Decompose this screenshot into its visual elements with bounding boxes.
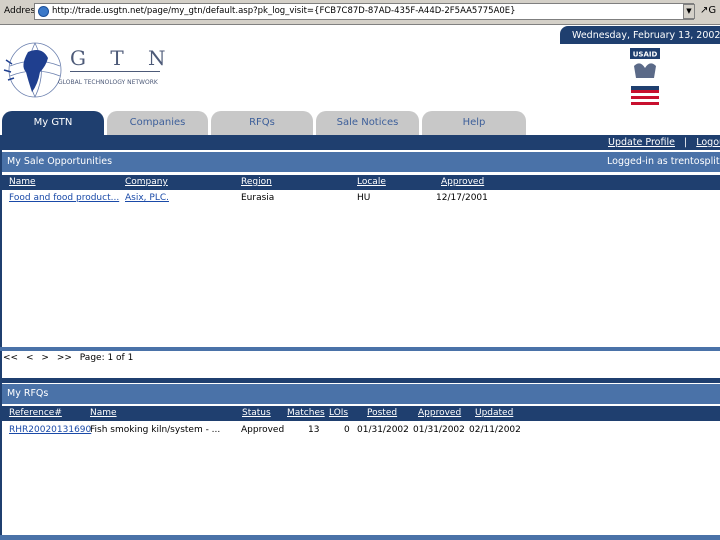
rfq-lois-cell: 0 (344, 425, 350, 435)
logo-subtitle: GLOBAL TECHNOLOGY NETWORK (58, 79, 158, 86)
section-title: My RFQs (7, 388, 49, 399)
section-divider (0, 378, 720, 383)
table-row: RHR20020131690 Fish smoking kiln/system … (2, 424, 720, 438)
logo-divider (70, 71, 160, 72)
locale-cell: HU (357, 193, 371, 203)
col-company[interactable]: Company (125, 177, 168, 187)
page-icon (38, 6, 49, 17)
col-name[interactable]: Name (9, 177, 36, 187)
sale-columns-header: Name Company Region Locale Approved (2, 175, 720, 190)
rfq-status-cell: Approved (241, 425, 285, 435)
tab-sale-notices[interactable]: Sale Notices (316, 111, 419, 135)
tab-help[interactable]: Help (422, 111, 526, 135)
current-date: Wednesday, February 13, 2002 EST (572, 30, 720, 41)
company-link[interactable]: Asix, PLC. (125, 193, 169, 203)
table-row: Food and food product... Asix, PLC. Eura… (2, 192, 720, 206)
rfq-posted-cell: 01/31/2002 (357, 425, 409, 435)
usaid-logo-icon: USAID (630, 48, 660, 105)
col-matches[interactable]: Matches (287, 408, 325, 418)
nav-separator: | (684, 137, 688, 148)
pager-prev[interactable]: < (26, 353, 34, 363)
logged-in-text: Logged-in as trentosplit00 (607, 156, 720, 167)
pager: << < > >> Page: 1 of 1 (3, 353, 133, 363)
logout-link[interactable]: Logout (696, 137, 720, 148)
rfqs-bar: My RFQs (2, 384, 720, 404)
go-button[interactable]: ↗G (700, 5, 716, 16)
address-dropdown-icon[interactable]: ▼ (683, 4, 695, 19)
approved-cell: 12/17/2001 (436, 193, 488, 203)
account-links: Update Profile | Logout (608, 137, 720, 148)
pager-last[interactable]: >> (57, 353, 72, 363)
col-posted[interactable]: Posted (367, 408, 397, 418)
col-region[interactable]: Region (241, 177, 272, 187)
url-input[interactable]: http://trade.usgtn.net/page/my_gtn/defau… (34, 3, 694, 20)
logo-title: G T N (70, 46, 175, 70)
rfq-name-cell: Fish smoking kiln/system - ... (90, 425, 221, 435)
sale-name-link[interactable]: Food and food product... (9, 193, 119, 203)
rfq-updated-cell: 02/11/2002 (469, 425, 521, 435)
col-updated[interactable]: Updated (475, 408, 513, 418)
col-approved[interactable]: Approved (418, 408, 461, 418)
section-divider (0, 347, 720, 351)
bottom-border (0, 535, 720, 540)
gtn-globe-logo-icon (3, 42, 62, 98)
region-cell: Eurasia (241, 193, 275, 203)
page-indicator: Page: 1 of 1 (79, 353, 134, 363)
tab-my-gtn[interactable]: My GTN (2, 111, 104, 135)
col-locale[interactable]: Locale (357, 177, 386, 187)
url-text: http://trade.usgtn.net/page/my_gtn/defau… (52, 6, 516, 16)
address-bar: Address http://trade.usgtn.net/page/my_g… (0, 0, 720, 25)
tab-rfqs[interactable]: RFQs (211, 111, 313, 135)
usaid-label: USAID (633, 51, 658, 59)
pager-next[interactable]: > (41, 353, 49, 363)
rfq-matches-cell: 13 (308, 425, 320, 435)
tab-companies[interactable]: Companies (107, 111, 208, 135)
frame-border (0, 150, 2, 540)
col-lois[interactable]: LOIs (329, 408, 348, 418)
col-status[interactable]: Status (242, 408, 271, 418)
pager-first[interactable]: << (3, 353, 18, 363)
col-reference[interactable]: Reference# (9, 408, 62, 418)
rfq-approved-cell: 01/31/2002 (413, 425, 465, 435)
sale-opportunities-bar: My Sale Opportunities Logged-in as trent… (2, 152, 720, 172)
col-approved[interactable]: Approved (441, 177, 484, 187)
rfq-reference-link[interactable]: RHR20020131690 (9, 425, 91, 435)
col-name[interactable]: Name (90, 408, 117, 418)
section-title: My Sale Opportunities (7, 156, 113, 167)
rfq-columns-header: Reference# Name Status Matches LOIs Post… (2, 406, 720, 421)
update-profile-link[interactable]: Update Profile (608, 137, 675, 148)
